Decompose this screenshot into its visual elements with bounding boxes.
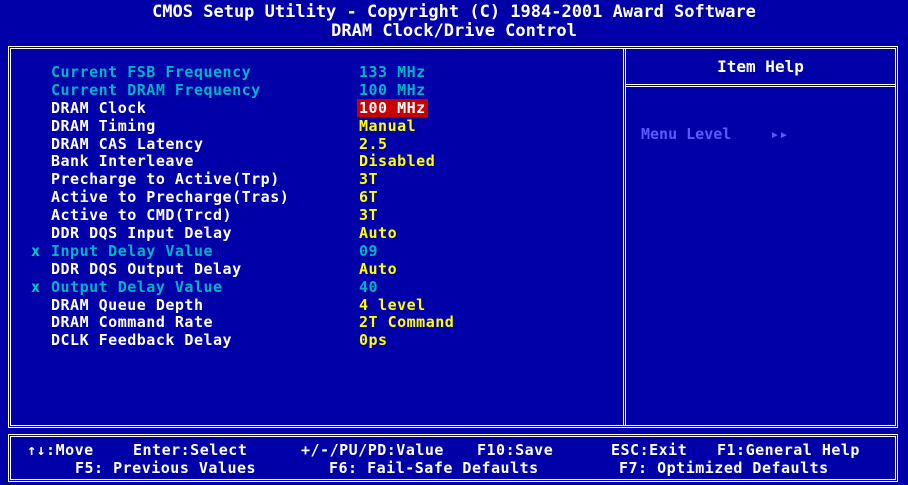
setting-value[interactable]: 3T [359, 206, 378, 224]
setting-value: 133 MHz [359, 63, 426, 81]
setting-value[interactable]: 3T [359, 170, 378, 188]
menu-level-arrow-icon: ▸▸ [770, 125, 789, 143]
menu-level-label: Menu Level [641, 125, 732, 143]
setting-label: DRAM CAS Latency [51, 134, 204, 153]
setting-label: Active to Precharge(Tras) [51, 188, 290, 207]
setting-label: DRAM Queue Depth [51, 295, 204, 314]
key-optimized-defaults: F7: Optimized Defaults [619, 459, 829, 477]
setting-value[interactable]: Disabled [359, 152, 435, 170]
key-move: ↑↓:Move [27, 441, 94, 459]
setting-value[interactable]: 4 level [359, 296, 426, 314]
setting-label: DRAM Command Rate [51, 313, 214, 332]
key-exit: ESC:Exit [611, 441, 688, 459]
setting-value[interactable]: 6T [359, 188, 378, 206]
setting-label: Precharge to Active(Trp) [51, 170, 280, 189]
key-save: F10:Save [477, 441, 554, 459]
setting-value[interactable]: 2T Command [359, 313, 454, 331]
key-previous-values: F5: Previous Values [75, 459, 257, 477]
setting-value[interactable]: 0ps [359, 331, 388, 349]
disabled-mark-icon: x [31, 241, 41, 260]
page-title: DRAM Clock/Drive Control [331, 21, 577, 41]
key-failsafe-defaults: F6: Fail-Safe Defaults [329, 459, 539, 477]
disabled-mark-icon: x [31, 277, 41, 296]
title-bar: CMOS Setup Utility - Copyright (C) 1984-… [0, 0, 908, 44]
key-general-help: F1:General Help [717, 441, 860, 459]
setting-value: 40 [359, 277, 379, 296]
setting-value[interactable]: 100 MHz [357, 98, 428, 117]
setting-label: Input Delay Value [51, 241, 214, 260]
setting-label: Current FSB Frequency [51, 63, 252, 81]
setting-label: Bank Interleave [51, 152, 194, 171]
setting-label: Output Delay Value [51, 277, 223, 296]
setting-label: Active to CMD(Trcd) [51, 206, 233, 225]
utility-title: CMOS Setup Utility - Copyright (C) 1984-… [152, 2, 756, 22]
key-help-bar: ↑↓:Move Enter:Select +/-/PU/PD:Value F10… [8, 434, 898, 482]
setting-label: DDR DQS Input Delay [51, 224, 233, 243]
item-help-body: Menu Level ▸▸ [641, 125, 788, 143]
item-help-title: Item Help [626, 49, 895, 87]
settings-frame: Current FSB Frequency 133 MHz Current DRAM… [8, 46, 898, 428]
setting-value: 100 MHz [359, 80, 426, 99]
setting-label: DRAM Timing [51, 116, 156, 135]
key-change-value: +/-/PU/PD:Value [301, 441, 444, 459]
setting-value[interactable]: 2.5 [359, 135, 388, 153]
setting-value[interactable]: Manual [359, 117, 416, 135]
key-enter-select: Enter:Select [133, 441, 248, 459]
setting-value[interactable]: Auto [359, 260, 397, 278]
setting-label: DCLK Feedback Delay [51, 331, 233, 350]
panel-divider [623, 49, 626, 425]
setting-value: 09 [359, 241, 379, 260]
setting-value[interactable]: Auto [359, 224, 397, 242]
setting-label: DDR DQS Output Delay [51, 259, 242, 278]
setting-label: DRAM Clock [51, 98, 147, 117]
setting-label: Current DRAM Frequency [51, 80, 261, 99]
